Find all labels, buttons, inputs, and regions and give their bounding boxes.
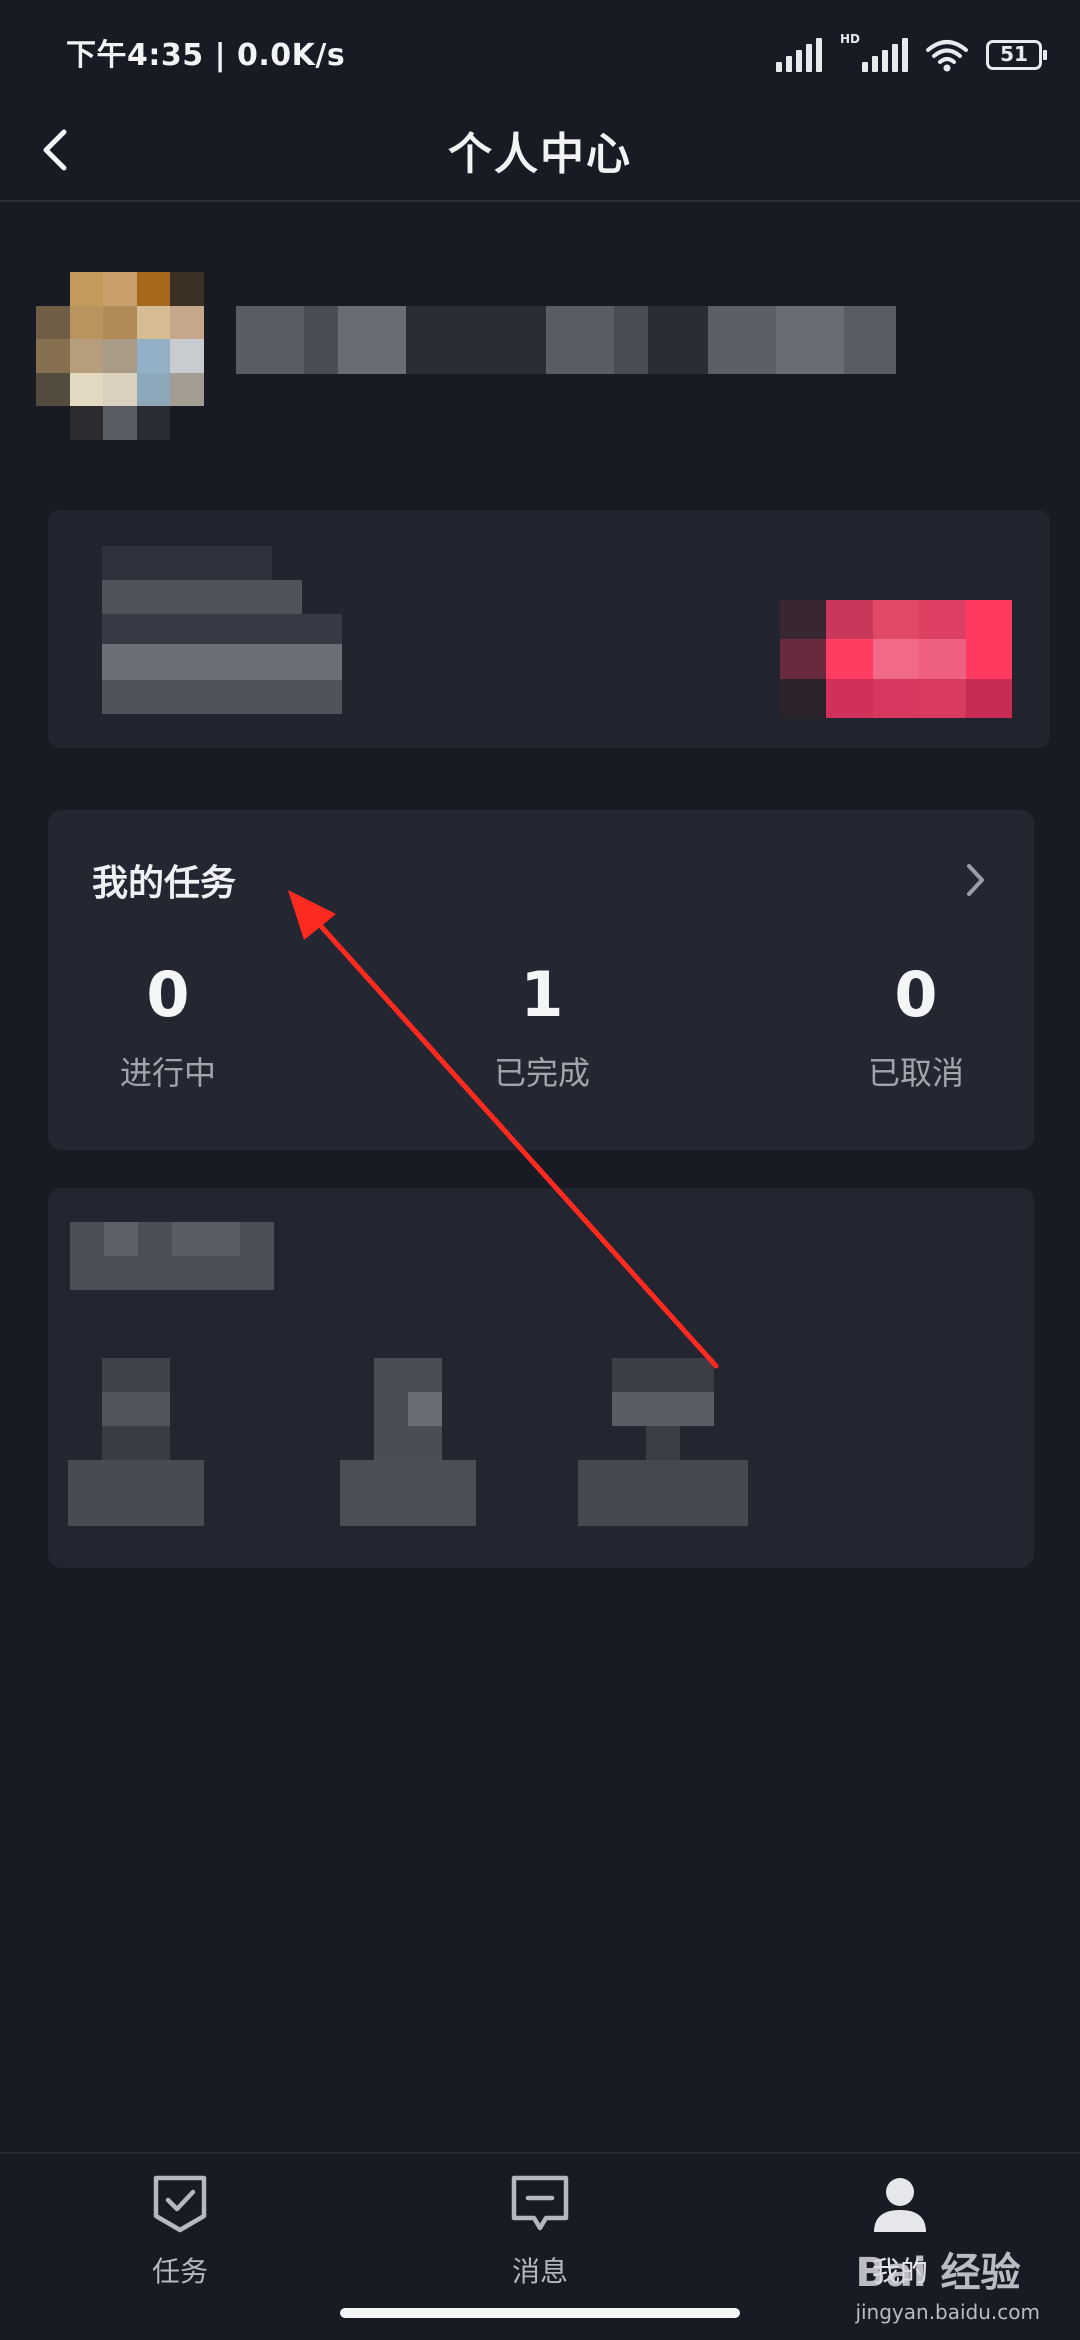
- battery-level: 51: [1000, 42, 1028, 66]
- watermark: Bai 经验 jingyan.baidu.com: [855, 2240, 1040, 2324]
- stat-cancelled-label: 已取消: [867, 1054, 964, 1092]
- my-tasks-card[interactable]: 我的任务 0 进行中 1 已完成 0 已取消: [48, 810, 1034, 1150]
- nav-messages-label: 消息: [511, 2255, 568, 2288]
- signal-icon: [775, 36, 822, 72]
- username-blurred: [236, 306, 896, 374]
- chevron-right-icon[interactable]: [960, 860, 990, 900]
- signal-hd-icon: [862, 36, 908, 72]
- watermark-sub: jingyan.baidu.com: [855, 2300, 1040, 2324]
- status-bar: 下午4:35 | 0.0K/s HD 51: [0, 0, 1080, 100]
- top-app-bar: 个人中心: [0, 100, 1080, 202]
- message-icon: [511, 2175, 569, 2231]
- home-indicator[interactable]: [340, 2308, 740, 2318]
- tools-card-blurred[interactable]: [48, 1188, 1034, 1568]
- user-icon: [874, 2178, 926, 2232]
- watermark-text: Bai 经验: [855, 2250, 1021, 2296]
- wifi-icon: [926, 40, 968, 72]
- stat-cancelled-value: 0: [894, 958, 938, 1031]
- battery-icon: 51: [986, 40, 1047, 70]
- stat-in-progress[interactable]: 0 进行中: [68, 960, 268, 1094]
- my-tasks-title: 我的任务: [92, 863, 237, 904]
- nav-messages[interactable]: 消息: [440, 2172, 640, 2290]
- hd-badge: HD: [839, 32, 860, 46]
- stat-completed-value: 1: [520, 958, 564, 1031]
- stat-in-progress-label: 进行中: [119, 1054, 216, 1092]
- nav-tasks[interactable]: 任务: [80, 2172, 280, 2290]
- nav-tasks-label: 任务: [151, 2255, 208, 2288]
- stat-completed[interactable]: 1 已完成: [442, 960, 642, 1094]
- status-time: 下午4:35 | 0.0K/s: [66, 38, 346, 73]
- stat-completed-label: 已完成: [493, 1054, 590, 1092]
- avatar[interactable]: [36, 272, 204, 440]
- stat-cancelled[interactable]: 0 已取消: [816, 960, 1016, 1094]
- task-check-icon: [153, 2175, 207, 2233]
- pink-action-button-blurred[interactable]: [780, 600, 1012, 718]
- status-icons: HD 51: [775, 28, 1047, 72]
- page-title: 个人中心: [448, 129, 632, 180]
- stat-in-progress-value: 0: [146, 958, 190, 1031]
